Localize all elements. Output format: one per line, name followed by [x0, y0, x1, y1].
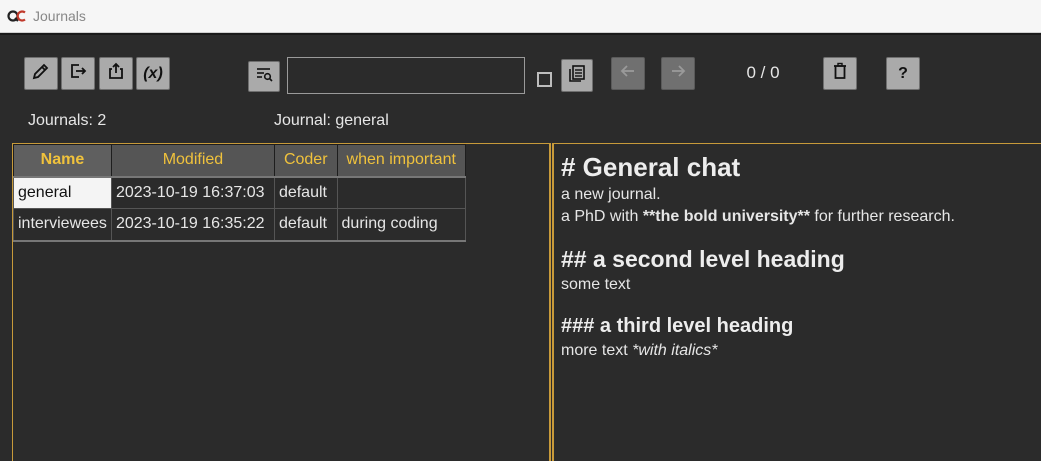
cell-name[interactable]: interviewees [13, 208, 112, 242]
preview-paragraph: some text [561, 276, 631, 293]
column-header-modified[interactable]: Modified [110, 144, 275, 178]
preview-text: more text [561, 342, 633, 359]
journals-table-pane: Name Modified Coder when important gener… [12, 143, 551, 461]
search-option-checkbox[interactable] [537, 72, 552, 87]
cell-modified[interactable]: 2023-10-19 16:37:03 [110, 176, 275, 209]
arrow-right-icon [668, 61, 688, 86]
delete-button[interactable] [823, 57, 857, 90]
column-header-when-important[interactable]: when important [336, 144, 466, 178]
table-row[interactable]: interviewees 2023-10-19 16:35:22 default… [13, 208, 466, 242]
cell-when-important[interactable] [336, 176, 466, 209]
cell-modified[interactable]: 2023-10-19 16:35:22 [110, 208, 275, 242]
export-button[interactable] [61, 57, 95, 90]
column-header-name[interactable]: Name [13, 144, 112, 178]
preview-heading-1: # General chat [561, 152, 741, 182]
copy-all-icon [567, 63, 587, 88]
cell-when-important[interactable]: during coding [336, 208, 466, 242]
journals-count: Journals: 2 [28, 112, 107, 129]
titlebar-divider [0, 33, 1041, 35]
variable-button[interactable]: (x) [136, 57, 170, 90]
edit-icon [31, 61, 51, 86]
share-button[interactable] [99, 57, 133, 90]
window-titlebar: Journals [0, 0, 1041, 33]
preview-paragraph: more text *with italics* [561, 340, 1041, 362]
previous-button[interactable] [611, 57, 645, 90]
preview-heading-3: ### a third level heading [561, 315, 794, 337]
search-input[interactable] [287, 57, 525, 94]
help-button[interactable]: ? [886, 57, 920, 90]
column-header-coder[interactable]: Coder [273, 144, 338, 178]
preview-bold-text: **the bold university** [642, 208, 810, 225]
preview-paragraph: a new journal. [561, 186, 661, 203]
preview-text: a PhD with [561, 208, 643, 225]
next-button[interactable] [661, 57, 695, 90]
export-icon [68, 61, 88, 86]
journal-preview-pane[interactable]: # General chat a new journal. a PhD with… [552, 143, 1041, 461]
search-result-counter: 0 / 0 [746, 63, 780, 82]
app-logo-icon [7, 9, 27, 23]
current-journal-label: Journal: general [274, 112, 389, 129]
copy-all-button[interactable] [561, 59, 593, 92]
table-row[interactable]: general 2023-10-19 16:37:03 default [13, 176, 466, 209]
journals-table: Name Modified Coder when important gener… [13, 144, 466, 242]
help-icon: ? [898, 64, 908, 82]
variable-icon: (x) [143, 64, 163, 82]
preview-heading-2: ## a second level heading [561, 246, 845, 272]
share-icon [106, 61, 126, 86]
trash-icon [830, 61, 850, 86]
arrow-left-icon [618, 61, 638, 86]
window-title: Journals [33, 8, 86, 24]
preview-italic-text: *with italics* [632, 342, 718, 359]
cell-coder[interactable]: default [273, 176, 338, 209]
cell-coder[interactable]: default [273, 208, 338, 242]
search-filter-icon [254, 64, 274, 89]
preview-paragraph: a PhD with **the bold university** for f… [561, 206, 1041, 228]
cell-name[interactable]: general [13, 176, 112, 209]
search-filter-button[interactable] [248, 61, 280, 92]
edit-button[interactable] [24, 57, 58, 90]
preview-text: for further research. [809, 208, 955, 225]
